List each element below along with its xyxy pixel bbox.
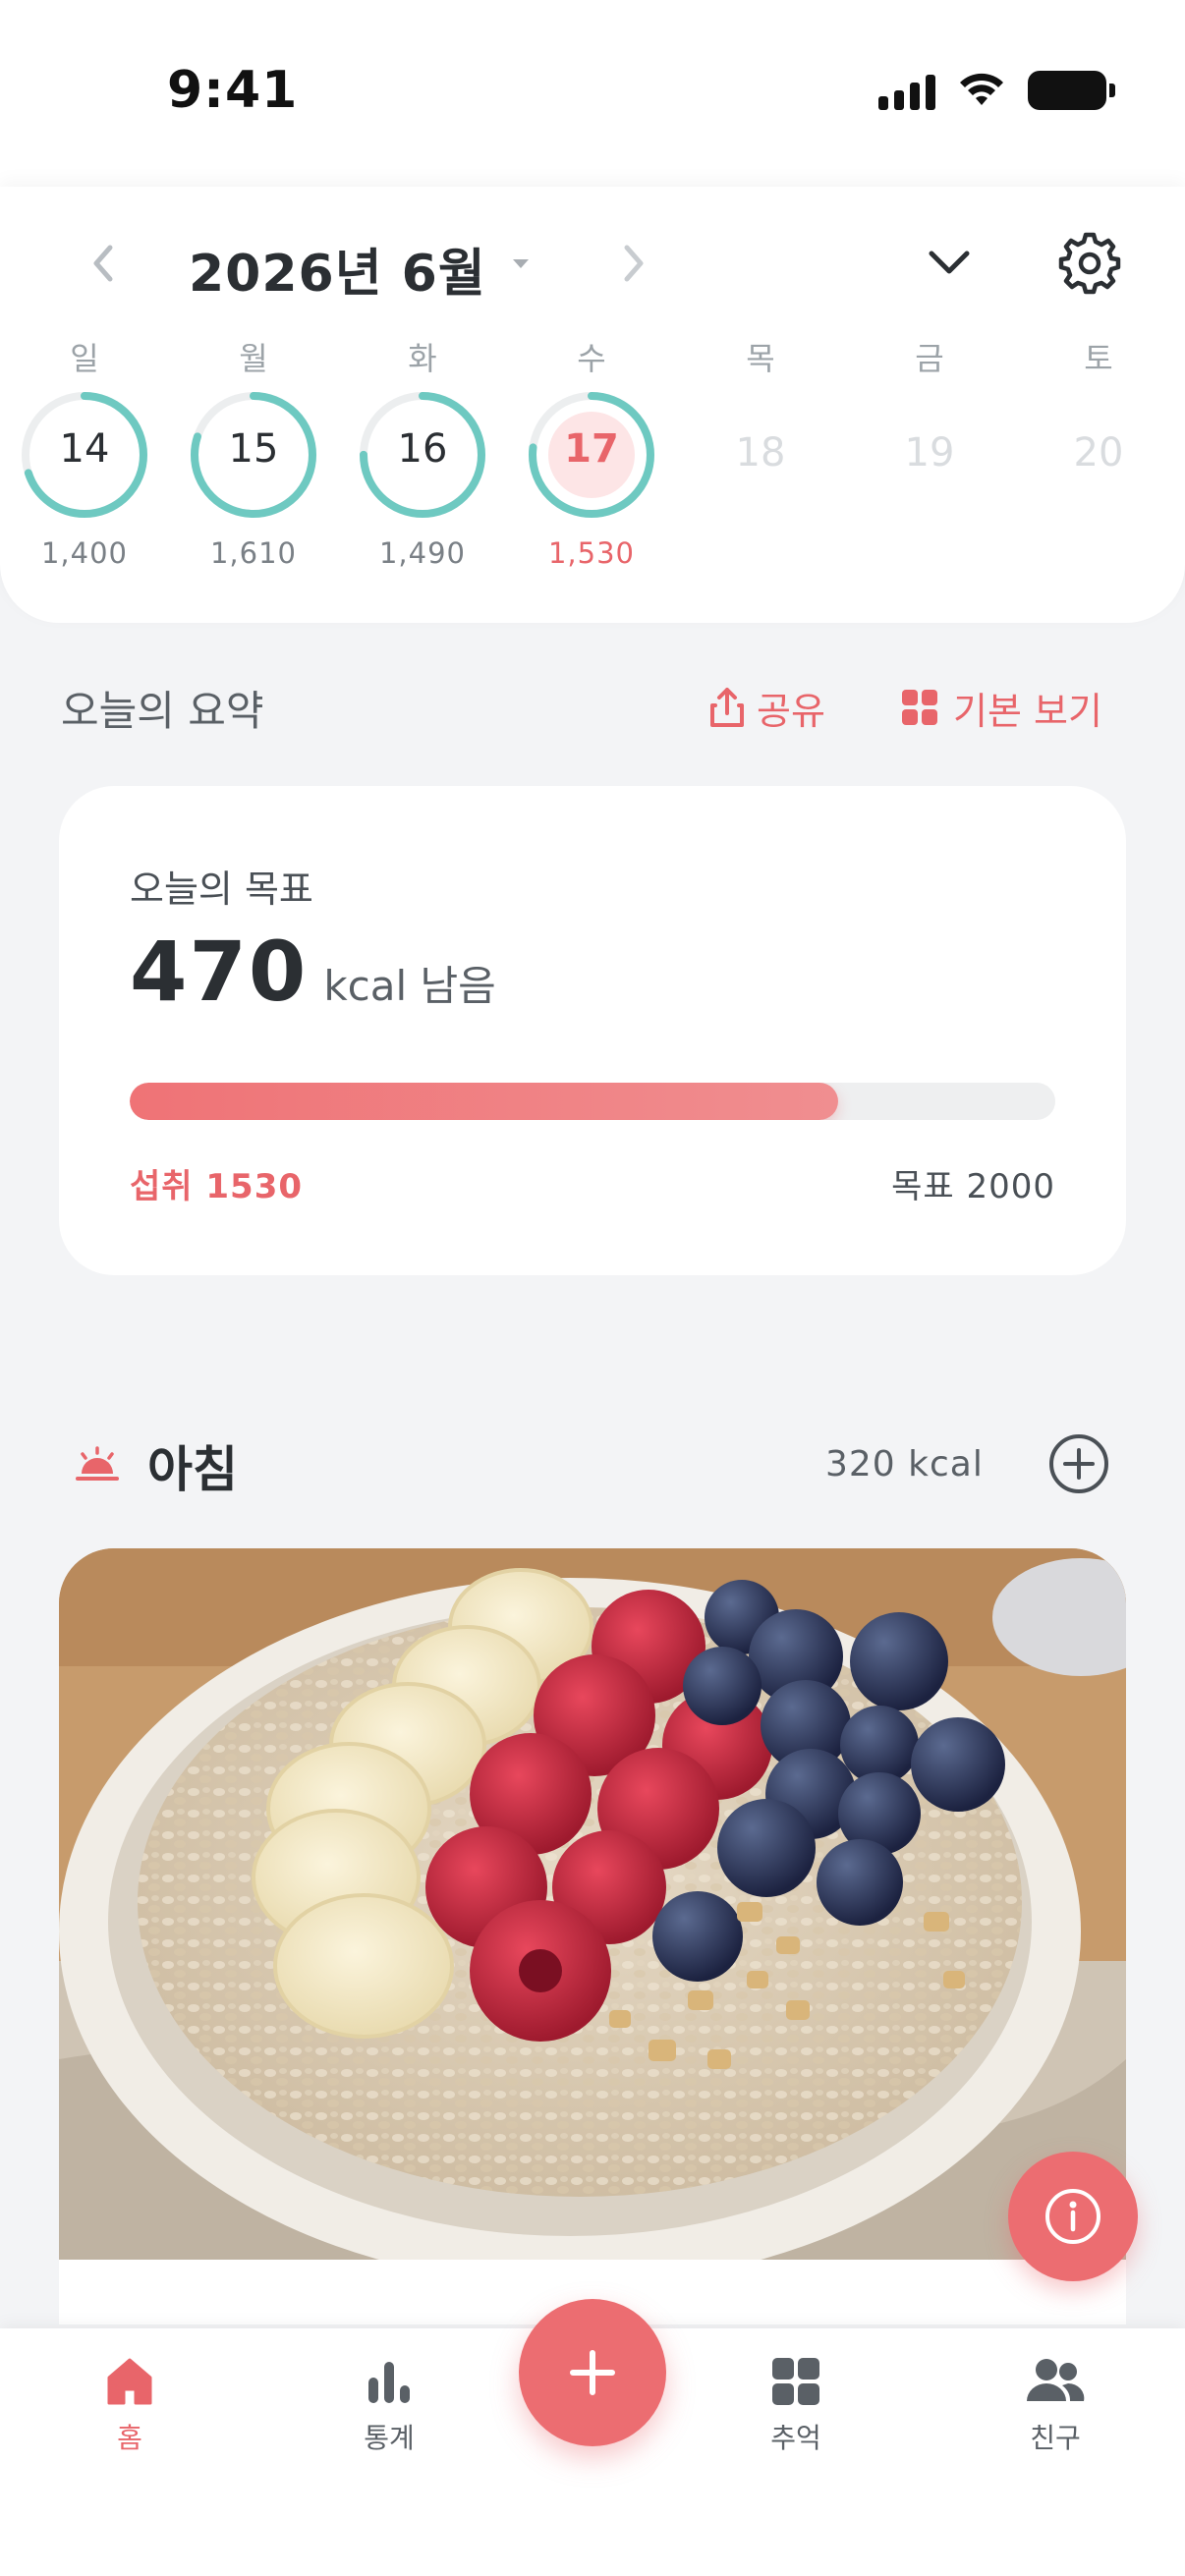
day-kcal: 1,610 [209, 536, 298, 570]
remaining-kcal-value: 470 [130, 924, 309, 1020]
remaining-kcal-unit: kcal 남음 [323, 962, 496, 1010]
weekday-label: 화 [408, 340, 437, 377]
calendar-card: 2026년 6월 일 월 화 수 목 금 토 14 1,400 15 1,610… [0, 187, 1185, 623]
add-meal-button[interactable] [519, 2299, 666, 2446]
day-kcal: 1,400 [40, 536, 129, 570]
home-icon [107, 2358, 152, 2405]
plus-icon [570, 2350, 615, 2395]
goal-progress-fill [130, 1083, 838, 1120]
chevron-down-icon[interactable] [924, 242, 975, 285]
nav-item-home[interactable]: 홈 [61, 2356, 198, 2456]
day-number: 18 [735, 430, 786, 476]
goal-progress-bar [130, 1083, 1055, 1120]
wifi-icon [960, 73, 1003, 105]
weekday-label: 토 [1084, 340, 1113, 377]
battery-icon [1028, 71, 1115, 110]
intake-label: 섭취 1530 [130, 1167, 304, 1206]
gear-icon[interactable] [1055, 224, 1124, 303]
nav-item-memories[interactable]: 추억 [727, 2356, 865, 2456]
sunrise-icon [76, 1446, 119, 1481]
day-number: 20 [1073, 430, 1124, 476]
calendar-header: 2026년 6월 [0, 224, 1185, 306]
signal-icon [878, 71, 935, 110]
people-icon [1027, 2359, 1085, 2401]
goal-label: 오늘의 목표 [130, 868, 313, 911]
add-circle-icon[interactable] [1047, 1432, 1110, 1495]
day-number: 16 [397, 426, 448, 472]
summary-header: 오늘의 요약 공유 기본 보기 [0, 678, 1185, 737]
share-button[interactable]: 공유 [707, 678, 825, 737]
caret-down-icon[interactable] [509, 252, 533, 275]
status-bar: 9:41 [0, 0, 1185, 187]
meal-title: 아침 [147, 1441, 238, 1498]
chevron-right-icon[interactable] [613, 238, 652, 289]
oatmeal-bowl-photo [59, 1548, 1126, 2260]
view-mode-button[interactable]: 기본 보기 [900, 678, 1102, 737]
day-cell[interactable]: 14 1,400 [16, 391, 153, 570]
day-number: 15 [228, 426, 279, 472]
day-kcal: 1,530 [547, 536, 636, 570]
bar-chart-icon [368, 2362, 410, 2403]
grid-icon [902, 690, 937, 725]
nav-item-friends[interactable]: 친구 [987, 2356, 1124, 2456]
day-cell[interactable]: 19 [861, 391, 998, 568]
nav-label: 추억 [770, 2422, 821, 2454]
goal-remaining: 470 kcal 남음 [130, 924, 496, 1020]
meal-section-header: 아침 320 kcal [0, 1415, 1185, 1503]
share-label: 공유 [757, 689, 825, 733]
share-icon [710, 688, 744, 727]
info-icon [1045, 2189, 1100, 2244]
nav-item-stats[interactable]: 통계 [320, 2356, 458, 2456]
status-time: 9:41 [167, 61, 299, 120]
weekday-label: 금 [915, 340, 944, 377]
meal-photo-card[interactable] [59, 1548, 1126, 2324]
nav-label: 통계 [364, 2422, 415, 2454]
target-label: 목표 2000 [891, 1167, 1055, 1206]
weekday-label: 수 [577, 340, 606, 377]
weekday-label: 월 [239, 340, 268, 377]
meal-kcal: 320 kcal [825, 1444, 984, 1484]
nav-label: 홈 [117, 2422, 142, 2454]
weekday-label: 목 [746, 340, 775, 377]
day-cell-today[interactable]: 17 1,530 [523, 391, 660, 570]
month-title[interactable]: 2026년 6월 [189, 232, 486, 306]
summary-title: 오늘의 요약 [61, 687, 264, 735]
day-cell[interactable]: 15 1,610 [185, 391, 322, 570]
weekday-label: 일 [70, 340, 99, 377]
info-button[interactable] [1008, 2152, 1138, 2281]
day-number: 14 [59, 426, 110, 472]
day-cell[interactable]: 16 1,490 [354, 391, 491, 570]
day-number: 17 [564, 426, 619, 472]
status-icons [878, 71, 1115, 110]
day-cell[interactable]: 20 [1030, 391, 1167, 568]
nav-label: 친구 [1030, 2422, 1081, 2454]
daily-goal-card: 오늘의 목표 470 kcal 남음 섭취 1530 목표 2000 [59, 786, 1126, 1275]
grid-icon [772, 2358, 819, 2405]
chevron-left-icon[interactable] [85, 238, 124, 289]
view-mode-label: 기본 보기 [953, 689, 1102, 733]
day-cell[interactable]: 18 [692, 391, 829, 568]
day-number: 19 [904, 430, 955, 476]
day-kcal: 1,490 [378, 536, 467, 570]
